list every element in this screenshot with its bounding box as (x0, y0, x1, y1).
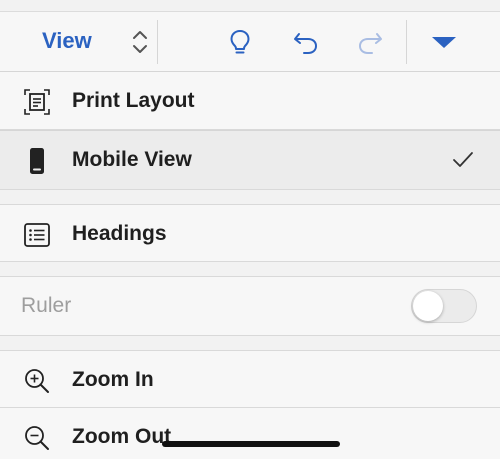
home-indicator[interactable] (162, 441, 340, 447)
menu-item-label: Zoom In (72, 368, 154, 391)
menu-item-zoom-in[interactable]: Zoom In (0, 350, 500, 408)
undo-icon[interactable] (290, 26, 322, 58)
menu-item-mobile-view[interactable]: Mobile View (0, 130, 500, 190)
lightbulb-icon[interactable] (224, 26, 256, 58)
print-layout-icon (22, 87, 52, 117)
menu-item-print-layout[interactable]: Print Layout (0, 72, 500, 130)
zoom-out-icon (22, 423, 52, 453)
toolbar-divider (406, 20, 407, 64)
dropdown-triangle-icon[interactable] (428, 26, 460, 58)
menu-item-ruler: Ruler (0, 276, 500, 336)
menu-item-zoom-out[interactable]: Zoom Out (0, 408, 500, 459)
menu-item-label: Print Layout (72, 89, 195, 112)
toggle-knob (413, 291, 443, 321)
menu-item-label: Ruler (21, 294, 72, 317)
checkmark-icon (450, 147, 476, 173)
toolbar-divider (157, 20, 158, 64)
menu-item-label: Headings (72, 222, 167, 245)
toolbar: View (0, 12, 500, 72)
menu-item-label: Mobile View (72, 148, 192, 171)
section-gap (0, 190, 500, 204)
section-gap (0, 336, 500, 350)
view-title[interactable]: View (42, 28, 92, 54)
redo-icon[interactable] (354, 26, 386, 58)
chevron-up-down-icon[interactable] (130, 26, 150, 58)
ruler-toggle[interactable] (411, 289, 477, 323)
section-gap (0, 262, 500, 276)
zoom-in-icon (22, 366, 52, 396)
menu-item-label: Zoom Out (72, 425, 172, 448)
phone-icon (22, 146, 52, 176)
top-edge (0, 0, 500, 12)
list-icon (22, 220, 52, 250)
menu-item-headings[interactable]: Headings (0, 204, 500, 262)
